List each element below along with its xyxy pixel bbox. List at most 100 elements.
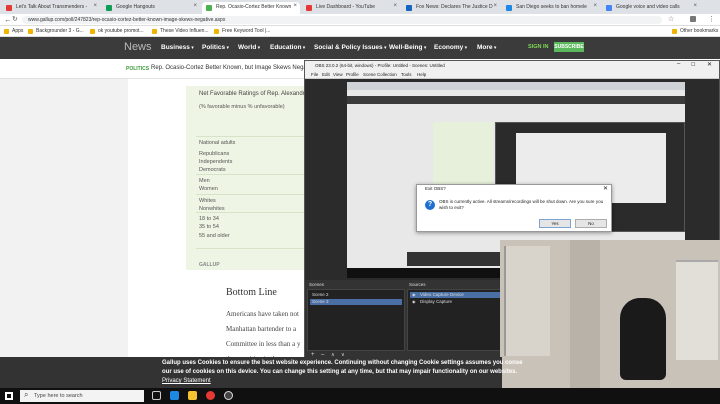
table-divider [196, 194, 306, 195]
webcam-overlay [500, 240, 720, 388]
office-chair [620, 298, 666, 380]
table-divider [196, 174, 306, 175]
table-row-label: Republicans [199, 151, 230, 157]
file-explorer-icon[interactable] [188, 391, 197, 400]
gallup-logo[interactable]: News [124, 41, 152, 53]
tab-close-icon[interactable]: × [193, 3, 197, 9]
other-bookmarks[interactable]: Other bookmarks [672, 28, 718, 34]
tab-label: Rep. Ocasio-Cortez Better Known [216, 4, 292, 10]
taskbar-search-input[interactable]: Type here to search [20, 390, 144, 402]
source-item[interactable]: ◉ Display Capture [410, 299, 502, 305]
scenes-panel: Scene 2 Scene 3 [307, 289, 405, 351]
refresh-icon[interactable]: ↻ [12, 15, 18, 23]
obs-menu-item[interactable]: Profile [346, 72, 359, 77]
back-icon[interactable]: ← [4, 15, 12, 24]
tab-close-icon[interactable]: × [693, 3, 697, 9]
browser-tab[interactable]: Google Hangouts × [102, 2, 200, 14]
table-row-label: 35 to 54 [199, 224, 219, 230]
search-icon: ⌕ [24, 390, 29, 399]
info-icon: ? [425, 200, 435, 210]
browser-tab[interactable]: Let's Talk About Transmenders - × [2, 2, 100, 14]
nav-item[interactable]: Well-Being [389, 44, 426, 51]
bookmarks-bar: Apps Backgrounder 3 - G... ok youtube prom… [0, 26, 720, 37]
nav-item[interactable]: Politics [202, 44, 229, 51]
eye-icon[interactable]: ◉ [412, 292, 416, 297]
no-button[interactable]: No [575, 219, 607, 228]
chrome-icon[interactable] [206, 391, 215, 400]
dialog-close-icon[interactable]: ✕ [603, 185, 608, 192]
exit-dialog[interactable]: Exit OBS? ✕ ? OBS is currently active. A… [416, 184, 612, 232]
edge-icon[interactable] [170, 391, 179, 400]
table-subtitle: (% favorable minus % unfavorable) [199, 104, 285, 110]
browser-tab[interactable]: Fox News: Declares The Justice D × [402, 2, 500, 14]
signin-link[interactable]: SIGN IN [528, 44, 548, 50]
tab-close-icon[interactable]: × [593, 3, 597, 9]
star-icon[interactable]: ☆ [668, 15, 674, 23]
nav-item[interactable]: Business [161, 44, 194, 51]
obs-icon[interactable] [224, 391, 233, 400]
table-row-label: Democrats [199, 167, 226, 173]
wall-shelves [676, 260, 718, 360]
browser-tab[interactable]: Google voice and video calls × [602, 2, 700, 14]
subscribe-button[interactable]: SUBSCRIBE [554, 42, 584, 52]
start-icon[interactable] [5, 392, 13, 400]
bookmark-item[interactable]: ok youtube promot... [90, 28, 144, 34]
nav-item[interactable]: Economy [434, 44, 467, 51]
obs-maximize-icon[interactable]: ☐ [691, 62, 695, 68]
category-link[interactable]: POLITICS [126, 66, 149, 72]
tab-favicon-icon [306, 5, 312, 11]
scene-item[interactable]: Scene 3 [310, 299, 402, 305]
bookmark-item[interactable]: These Video Influen... [152, 28, 209, 34]
browser-tab[interactable]: Live Dashboard - YouTube × [302, 2, 400, 14]
privacy-statement-link[interactable]: Privacy Statement [162, 378, 211, 384]
bookmark-item[interactable]: Backgrounder 3 - G... [28, 28, 84, 34]
obs-menu-item[interactable]: File [311, 72, 318, 77]
nested-nav [347, 96, 685, 104]
task-view-icon[interactable] [152, 391, 161, 400]
obs-minimize-icon[interactable]: – [677, 61, 680, 67]
article-heading: Bottom Line [226, 287, 277, 298]
browser-tab[interactable]: San Diego seeks to ban homele × [502, 2, 600, 14]
tab-label: Google Hangouts [116, 4, 155, 10]
nav-item[interactable]: Education [270, 44, 305, 51]
tab-close-icon[interactable]: × [293, 3, 297, 9]
table-row-label: 55 and older [199, 233, 230, 239]
tab-close-icon[interactable]: × [393, 3, 397, 9]
yes-button[interactable]: Yes [539, 219, 571, 228]
tab-close-icon[interactable]: × [493, 3, 497, 9]
bookmark-item[interactable]: Apps [4, 28, 23, 34]
sources-panel: ◉ Video Capture Device ◉ Display Capture [407, 289, 503, 351]
obs-menu-item[interactable]: Tools [401, 72, 412, 77]
tab-close-icon[interactable]: × [93, 3, 97, 9]
bookmark-item[interactable]: Free Keyword Tool |... [214, 28, 270, 34]
sources-label: Sources [409, 282, 426, 287]
table-source: GALLUP [199, 262, 220, 268]
source-label: Video Capture Device [420, 292, 464, 297]
obs-title-bar: OBS 23.0.2 (64-bit, windows) - Profile: … [305, 61, 719, 70]
scenes-label: Scenes [309, 282, 325, 287]
obs-menu-item[interactable]: Help [417, 72, 426, 77]
menu-icon[interactable]: ⋮ [708, 15, 715, 23]
tab-favicon-icon [206, 5, 212, 11]
tab-favicon-icon [406, 5, 412, 11]
article-paragraph-line: Committee in less than a y [226, 340, 301, 348]
obs-menu-item[interactable]: Scene Collection [363, 72, 397, 77]
obs-menu-bar: File Edit View Profile Scene Collection Tools… [305, 70, 719, 79]
nav-item[interactable]: More [477, 44, 496, 51]
nav-item[interactable]: Social & Policy Issues [314, 44, 387, 51]
source-item[interactable]: ◉ Video Capture Device [410, 292, 502, 298]
address-bar[interactable]: www.gallup.com/poll/247823/rep-ocasio-co… [22, 16, 662, 24]
table-divider [196, 212, 306, 213]
eye-icon[interactable]: ◉ [412, 299, 416, 304]
cookie-text-line1: Gallup uses Cookies to ensure the best w… [162, 360, 523, 366]
obs-menu-item[interactable]: Edit [322, 72, 330, 77]
obs-close-icon[interactable]: ✕ [707, 61, 712, 68]
tab-label: Let's Talk About Transmenders - [16, 4, 88, 10]
left-gutter [0, 79, 128, 359]
tab-favicon-icon [6, 5, 12, 11]
nav-item[interactable]: World [238, 44, 260, 51]
browser-tab[interactable]: Rep. Ocasio-Cortez Better Known × [202, 2, 300, 14]
extensions-icon[interactable] [690, 16, 696, 22]
scene-item[interactable]: Scene 2 [310, 292, 402, 298]
obs-menu-item[interactable]: View [333, 72, 343, 77]
